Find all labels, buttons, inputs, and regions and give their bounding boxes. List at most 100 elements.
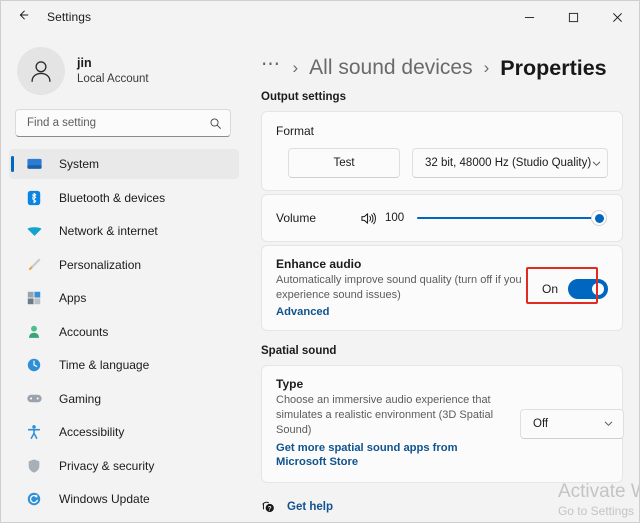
sidebar-item-label: Privacy & security xyxy=(59,458,155,473)
format-dropdown[interactable]: 32 bit, 48000 Hz (Studio Quality) xyxy=(412,148,608,178)
activate-windows-watermark: Activate Wi Go to Settings xyxy=(557,481,639,519)
avatar xyxy=(17,47,65,95)
sidebar-item-accounts[interactable]: Accounts xyxy=(9,317,239,347)
format-value: 32 bit, 48000 Hz (Studio Quality) xyxy=(425,157,592,169)
sidebar-item-label: Accessibility xyxy=(59,425,125,439)
search-box[interactable] xyxy=(15,109,231,137)
volume-card: Volume 100 xyxy=(261,194,623,242)
window-title: Settings xyxy=(47,10,92,24)
enhance-audio-card: Enhance audio Automatically improve soun… xyxy=(261,245,623,332)
clock-globe-icon xyxy=(25,356,43,374)
sidebar-item-system[interactable]: System xyxy=(9,149,239,179)
watermark-line1: Activate Wi xyxy=(557,481,639,502)
breadcrumb-overflow-button[interactable]: ⋯ xyxy=(261,55,282,82)
close-button[interactable] xyxy=(595,1,639,33)
spatial-sound-value: Off xyxy=(533,417,549,430)
volume-slider[interactable] xyxy=(417,209,607,227)
back-arrow-icon xyxy=(16,8,30,27)
maximize-button[interactable] xyxy=(551,1,595,33)
format-card: Format Test 32 bit, 48000 Hz (Studio Qua… xyxy=(261,111,623,191)
volume-controls: 100 xyxy=(360,209,608,227)
sidebar-item-label: Network & internet xyxy=(59,224,158,238)
spatial-sound-heading: Spatial sound xyxy=(261,345,337,358)
sidebar-item-label: Windows Update xyxy=(59,492,150,506)
sidebar-item-label: Gaming xyxy=(59,391,102,406)
spatial-sound-control: Off xyxy=(508,408,624,439)
breadcrumb-parent-link[interactable]: All sound devices xyxy=(309,56,472,80)
minimize-button[interactable] xyxy=(507,1,551,33)
sidebar-item-gaming[interactable]: Gaming xyxy=(9,384,239,414)
sidebar-item-label: System xyxy=(59,157,100,171)
monitor-icon xyxy=(25,155,43,173)
enhance-audio-toggle-label: On xyxy=(541,281,558,296)
window-body: jin Local Account Find a setting System … xyxy=(1,33,639,522)
breadcrumb: ⋯ › All sound devices › Properties xyxy=(261,33,623,89)
sidebar-item-apps[interactable]: Apps xyxy=(9,283,239,313)
sidebar-item-privacy-security[interactable]: Privacy & security xyxy=(9,451,239,481)
account-block[interactable]: jin Local Account xyxy=(1,37,247,109)
spatial-sound-store-link[interactable]: Get more spatial sound apps from Microso… xyxy=(276,441,508,470)
back-button[interactable] xyxy=(5,2,41,32)
spatial-sound-type-card: Type Choose an immersive audio experienc… xyxy=(261,365,624,484)
help-question-icon: ? xyxy=(261,499,277,514)
test-button[interactable]: Test xyxy=(288,148,400,178)
watermark-line2: Go to Settings xyxy=(557,504,635,518)
enhance-audio-toggle-group: On xyxy=(525,266,608,304)
bluetooth-icon xyxy=(25,189,43,207)
update-refresh-icon xyxy=(25,490,43,508)
sidebar-item-bluetooth-devices[interactable]: Bluetooth & devices xyxy=(9,183,239,213)
volume-label: Volume xyxy=(276,211,317,225)
sidebar-item-accessibility[interactable]: Accessibility xyxy=(9,417,239,447)
person-icon xyxy=(25,323,43,341)
sidebar-item-time-language[interactable]: Time & language xyxy=(9,350,239,380)
output-settings-heading: Output settings xyxy=(261,91,346,103)
sidebar-item-personalization[interactable]: Personalization xyxy=(9,250,239,280)
paintbrush-icon xyxy=(25,256,43,274)
minimize-icon xyxy=(524,12,535,23)
enhance-audio-title: Enhance audio xyxy=(276,257,362,271)
chevron-down-icon xyxy=(591,158,602,169)
main-content: ⋯ › All sound devices › Properties Outpu… xyxy=(247,33,639,522)
sidebar-item-label: Personalization xyxy=(59,257,142,272)
sidebar-item-label: Accounts xyxy=(59,324,109,339)
enhance-audio-toggle[interactable] xyxy=(568,278,608,299)
toggle-knob xyxy=(592,282,604,295)
speaker-volume-icon[interactable] xyxy=(360,211,377,226)
spatial-sound-type-description: Choose an immersive audio experience tha… xyxy=(276,394,494,436)
search-input[interactable] xyxy=(27,117,209,129)
accessibility-person-icon xyxy=(25,423,43,441)
close-icon xyxy=(612,12,623,23)
spatial-sound-dropdown[interactable]: Off xyxy=(520,408,624,439)
sidebar-item-label: Apps xyxy=(59,291,87,305)
account-type: Local Account xyxy=(77,73,149,86)
page-title: Properties xyxy=(500,55,607,80)
format-label: Format xyxy=(276,124,315,138)
advanced-link[interactable]: Advanced xyxy=(276,305,329,320)
slider-fill xyxy=(417,216,604,220)
title-bar: Settings xyxy=(1,1,639,33)
spatial-sound-text: Type Choose an immersive audio experienc… xyxy=(276,377,508,470)
settings-window: Settings jin Local Account Find a settin… xyxy=(0,0,640,523)
format-controls: Test 32 bit, 48000 Hz (Studio Quality) xyxy=(276,148,608,178)
sidebar-item-windows-update[interactable]: Windows Update xyxy=(9,484,239,514)
svg-text:?: ? xyxy=(268,506,272,512)
account-text: jin Local Account xyxy=(77,56,149,87)
search-icon xyxy=(209,117,222,130)
gamepad-icon xyxy=(25,390,43,408)
breadcrumb-separator: › xyxy=(483,58,490,77)
maximize-icon xyxy=(568,12,579,23)
spatial-sound-type-title: Type xyxy=(276,377,304,392)
account-name: jin xyxy=(77,55,92,70)
shield-icon xyxy=(25,457,43,475)
enhance-audio-text: Enhance audio Automatically improve soun… xyxy=(276,257,526,320)
search-wrapper xyxy=(1,109,247,137)
get-help-row[interactable]: ? Get help xyxy=(261,499,333,514)
slider-thumb[interactable] xyxy=(591,210,607,226)
enhance-audio-description: Automatically improve sound quality (tur… xyxy=(276,274,522,301)
wifi-icon xyxy=(25,222,43,240)
sidebar-item-network-internet[interactable]: Network & internet xyxy=(9,216,239,246)
sidebar-item-label: Time & language xyxy=(59,358,150,372)
get-help-label: Get help xyxy=(287,500,334,513)
chevron-down-icon xyxy=(603,418,614,429)
apps-grid-icon xyxy=(25,289,43,307)
